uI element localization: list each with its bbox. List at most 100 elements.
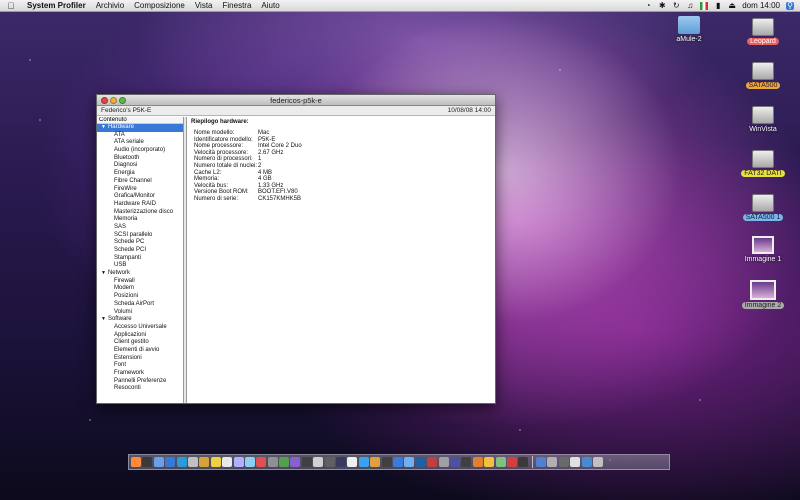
sidebar-item-usb[interactable]: USB xyxy=(97,262,183,270)
dock-app-icon[interactable] xyxy=(392,457,403,467)
menu-vista[interactable]: Vista xyxy=(190,1,218,10)
sidebar-item-hardware-raid[interactable]: Hardware RAID xyxy=(97,201,183,209)
dock-app-icon[interactable] xyxy=(484,457,495,467)
dock-app-icon[interactable] xyxy=(370,457,381,467)
sidebar-item-estensioni[interactable]: Estensioni xyxy=(97,355,183,363)
desktop-icon-sata500[interactable]: SATA500 xyxy=(738,62,788,89)
sidebar-item-software[interactable]: ▼ Software xyxy=(97,316,183,324)
dock-app-icon[interactable] xyxy=(381,457,392,467)
dock-app-icon[interactable] xyxy=(581,457,592,467)
dock-app-icon[interactable] xyxy=(593,457,604,467)
menu-finestra[interactable]: Finestra xyxy=(218,1,257,10)
dock-app-icon[interactable] xyxy=(313,457,324,467)
sidebar-item-firewire[interactable]: FireWire xyxy=(97,186,183,194)
close-button[interactable] xyxy=(101,97,108,104)
menu-app-name[interactable]: System Profiler xyxy=(22,1,91,10)
sidebar-item-volumi[interactable]: Volumi xyxy=(97,309,183,317)
bluetooth-icon[interactable]: ✱ xyxy=(658,1,666,10)
dock-app-icon[interactable] xyxy=(165,457,176,467)
dock-app-icon[interactable] xyxy=(267,457,278,467)
dock-app-icon[interactable] xyxy=(290,457,301,467)
menu-composizione[interactable]: Composizione xyxy=(129,1,190,10)
dock-app-icon[interactable] xyxy=(210,457,221,467)
dock-app-icon[interactable] xyxy=(570,457,581,467)
disclosure-triangle-icon[interactable]: ▼ xyxy=(101,124,106,130)
desktop-icon-amule[interactable]: aMule-2 xyxy=(664,16,714,43)
desktop-icon-immagine-1[interactable]: Immagine 1 xyxy=(738,236,788,263)
dock-app-icon[interactable] xyxy=(547,457,558,467)
sidebar-header[interactable]: Contenuto xyxy=(97,117,183,124)
sidebar-item-schede-pc[interactable]: Schede PC xyxy=(97,239,183,247)
zoom-button[interactable] xyxy=(119,97,126,104)
apple-menu-icon[interactable]:  xyxy=(0,1,22,11)
sidebar-item-sas[interactable]: SAS xyxy=(97,224,183,232)
sidebar-item-accesso-universale[interactable]: Accesso Universale xyxy=(97,324,183,332)
sidebar-item-font[interactable]: Font xyxy=(97,362,183,370)
desktop-icon-immagine-2[interactable]: Immagine 2 xyxy=(738,280,788,309)
dock-app-icon[interactable] xyxy=(558,457,569,467)
disclosure-triangle-icon[interactable]: ▼ xyxy=(101,270,106,276)
sidebar-item-diagnosi[interactable]: Diagnosi xyxy=(97,162,183,170)
dock-app-icon[interactable] xyxy=(222,457,233,467)
dock-app-icon[interactable] xyxy=(187,457,198,467)
dock-app-icon[interactable] xyxy=(506,457,517,467)
contents-sidebar[interactable]: Contenuto ▼ Hardware ATA ATA seriale Audio (… xyxy=(97,117,184,403)
sidebar-item-modem[interactable]: Modem xyxy=(97,285,183,293)
dock-app-icon[interactable] xyxy=(472,457,483,467)
dock-app-icon[interactable] xyxy=(153,457,164,467)
sidebar-item-fibre-channel[interactable]: Fibre Channel xyxy=(97,178,183,186)
dock-app-icon[interactable] xyxy=(461,457,472,467)
desktop-icon-sata500-1[interactable]: SATA500 1 xyxy=(738,194,788,221)
desktop-icon-winvista[interactable]: WinVista xyxy=(738,106,788,133)
sidebar-item-hardware[interactable]: ▼ Hardware xyxy=(97,124,183,132)
sidebar-item-bluetooth[interactable]: Bluetooth xyxy=(97,155,183,163)
desktop-icon-leopard[interactable]: Leopard xyxy=(738,18,788,45)
sidebar-item-scheda-airport[interactable]: Scheda AirPort xyxy=(97,301,183,309)
dock-app-icon[interactable] xyxy=(142,457,153,467)
sidebar-item-framework[interactable]: Framework xyxy=(97,370,183,378)
dock-app-icon[interactable] xyxy=(176,457,187,467)
sidebar-item-firewall[interactable]: Firewall xyxy=(97,278,183,286)
sidebar-item-scsi-parallelo[interactable]: SCSI parallelo xyxy=(97,232,183,240)
flag-icon[interactable] xyxy=(700,1,709,10)
time-machine-icon[interactable]: ◔ xyxy=(644,1,652,10)
volume-icon[interactable]: ♫ xyxy=(686,1,694,10)
window-titlebar[interactable]: federicos-p5k-e xyxy=(97,95,495,106)
dock-app-icon[interactable] xyxy=(131,457,141,467)
sync-icon[interactable]: ↻ xyxy=(672,1,680,10)
sidebar-item-applicazioni[interactable]: Applicazioni xyxy=(97,332,183,340)
dock-app-icon[interactable] xyxy=(324,457,335,467)
dock-app-icon[interactable] xyxy=(427,457,438,467)
dock-app-icon[interactable] xyxy=(449,457,460,467)
battery-icon[interactable]: ▮ xyxy=(714,1,722,10)
dock-app-icon[interactable] xyxy=(438,457,449,467)
sidebar-item-audio-incorporato[interactable]: Audio (incorporato) xyxy=(97,147,183,155)
dock-app-icon[interactable] xyxy=(301,457,312,467)
menu-archivio[interactable]: Archivio xyxy=(91,1,129,10)
dock-app-icon[interactable] xyxy=(404,457,415,467)
menu-clock[interactable]: dom 14:00 xyxy=(742,1,780,10)
dock-app-icon[interactable] xyxy=(256,457,267,467)
sidebar-item-masterizzazione-disco[interactable]: Masterizzazione disco xyxy=(97,209,183,217)
sidebar-item-pannelli-preferenze[interactable]: Pannelli Preferenze xyxy=(97,378,183,386)
menu-aiuto[interactable]: Aiuto xyxy=(256,1,284,10)
sidebar-item-stampanti[interactable]: Stampanti xyxy=(97,255,183,263)
sidebar-item-posizioni[interactable]: Posizioni xyxy=(97,293,183,301)
dock-app-icon[interactable] xyxy=(495,457,506,467)
dock-app-icon[interactable] xyxy=(518,457,529,467)
dock-app-icon[interactable] xyxy=(347,457,358,467)
dock-app-icon[interactable] xyxy=(199,457,210,467)
sidebar-item-client-gestito[interactable]: Client gestito xyxy=(97,339,183,347)
dock-app-icon[interactable] xyxy=(233,457,244,467)
desktop-icon-fat32-dati[interactable]: FAT32 DATI xyxy=(738,150,788,177)
sidebar-item-ata-seriale[interactable]: ATA seriale xyxy=(97,139,183,147)
dock-app-icon[interactable] xyxy=(536,457,547,467)
dock-app-icon[interactable] xyxy=(244,457,255,467)
sidebar-item-memoria[interactable]: Memoria xyxy=(97,216,183,224)
sidebar-item-schede-pci[interactable]: Schede PCI xyxy=(97,247,183,255)
eject-icon[interactable]: ⏏ xyxy=(728,1,736,10)
spotlight-search-icon[interactable]: ⚲ xyxy=(786,1,794,10)
dock-app-icon[interactable] xyxy=(336,457,347,467)
sidebar-item-elementi-di-avvio[interactable]: Elementi di avvio xyxy=(97,347,183,355)
dock-app-icon[interactable] xyxy=(415,457,426,467)
